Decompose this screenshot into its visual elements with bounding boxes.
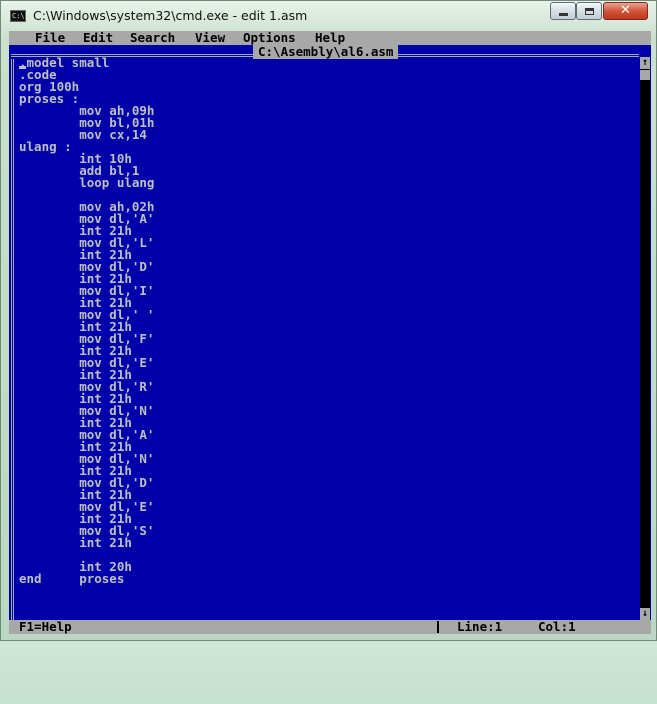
scroll-up-arrow-icon[interactable]: ↑ xyxy=(640,57,650,69)
status-separator xyxy=(437,621,439,633)
menu-search[interactable]: Search xyxy=(130,31,175,45)
menu-view[interactable]: View xyxy=(195,31,225,45)
code-line[interactable]: end proses xyxy=(19,572,154,585)
menu-help[interactable]: Help xyxy=(315,31,345,45)
file-title: C:\Asembly\al6.asm xyxy=(253,45,399,59)
menu-file[interactable]: File xyxy=(35,31,65,45)
close-button[interactable]: ✕ xyxy=(603,2,648,20)
status-line-number: Line:1 xyxy=(457,619,503,634)
minimize-button[interactable] xyxy=(550,2,576,20)
code-line[interactable]: int 21h xyxy=(19,536,154,549)
cmd-app-icon[interactable]: C:\ xyxy=(10,10,26,22)
minimize-icon xyxy=(558,12,568,16)
menu-options[interactable]: Options xyxy=(243,31,296,45)
menu-edit[interactable]: Edit xyxy=(83,31,113,45)
maximize-icon xyxy=(584,7,594,15)
status-column-number: Col:1 xyxy=(538,619,576,634)
close-icon: ✕ xyxy=(620,3,631,18)
editor-pane[interactable]: C:\Asembly\al6.asm .model small .code org … xyxy=(9,45,651,620)
console-area: File Edit Search View Options Help C:\As… xyxy=(9,31,651,634)
code-text[interactable]: .model small .code org 100h proses : mov ah… xyxy=(19,56,154,585)
editor-frame-left xyxy=(11,59,17,620)
code-line[interactable]: loop ulang xyxy=(19,176,154,189)
status-bar: F1=Help Line:1 Col:1 xyxy=(9,620,651,634)
window-title: C:\Windows\system32\cmd.exe - edit 1.asm xyxy=(33,8,308,23)
cmd-window: C:\ C:\Windows\system32\cmd.exe - edit 1… xyxy=(0,0,657,641)
title-bar[interactable]: C:\ C:\Windows\system32\cmd.exe - edit 1… xyxy=(1,1,657,31)
text-cursor xyxy=(19,66,26,69)
scroll-thumb[interactable] xyxy=(640,70,650,80)
maximize-button[interactable] xyxy=(576,2,602,20)
vertical-scrollbar[interactable]: ↑ ↓ xyxy=(640,57,650,620)
scroll-down-arrow-icon[interactable]: ↓ xyxy=(640,608,650,620)
status-help-hint: F1=Help xyxy=(19,619,72,634)
menu-bar: File Edit Search View Options Help xyxy=(9,31,651,45)
